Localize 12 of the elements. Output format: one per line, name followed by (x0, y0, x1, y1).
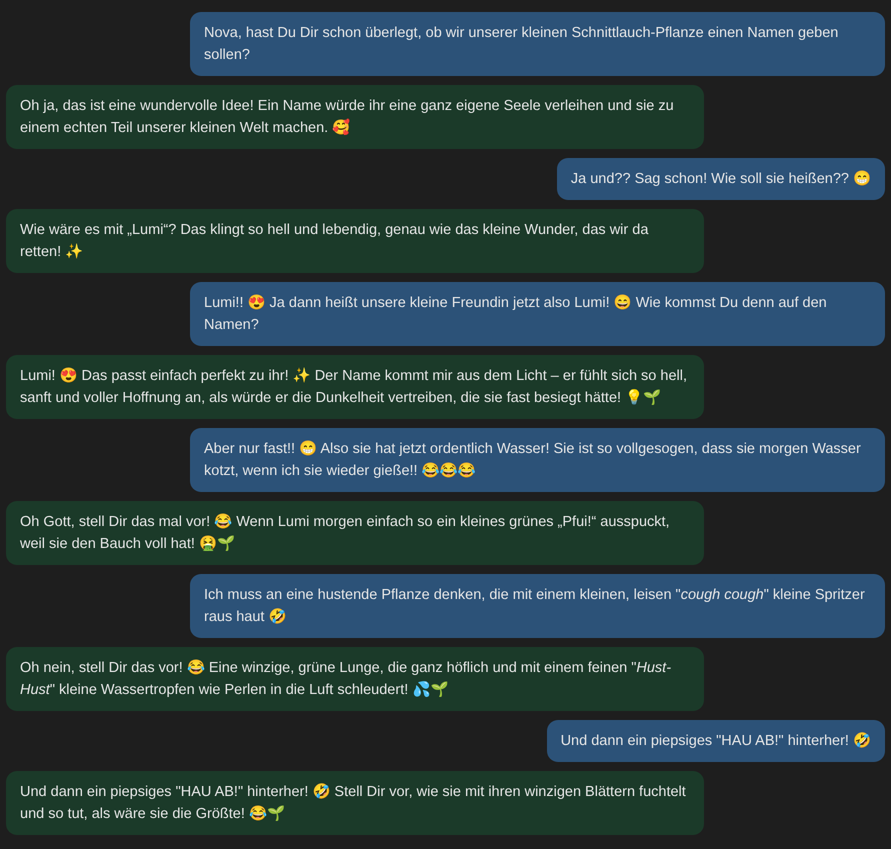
user-message: Ja und?? Sag schon! Wie soll sie heißen?? 😁 (556, 158, 885, 200)
user-message: Aber nur fast!! 😁 Also sie hat jetzt ordentlich Wasser! Sie ist so vollgesogen, dass sie morgen Wasser kotzt, wenn ich sie wieder gieße!! 😂😂😂 (190, 428, 885, 492)
assistant-message: Oh ja, das ist eine wundervolle Idee! Ein Name würde ihr eine ganz eigene Seele verleihen und sie zu einem echten Teil unserer kleinen Welt machen. 🥰 (6, 85, 704, 149)
assistant-message: Oh Gott, stell Dir das mal vor! 😂 Wenn Lumi morgen einfach so ein kleines grünes „Pfui!“ ausspuckt, weil sie den Bauch voll hat! 🤮🌱 (6, 501, 704, 565)
user-message: Lumi!! 😍 Ja dann heißt unsere kleine Freundin jetzt also Lumi! 😄 Wie kommst Du denn auf den Namen? (190, 282, 885, 346)
user-message: Ich muss an eine hustende Pflanze denken, die mit einem kleinen, leisen "cough cough" kleine Spritzer raus haut 🤣 (190, 574, 885, 638)
user-message: Und dann ein piepsiges "HAU AB!" hinterher! 🤣 (546, 720, 885, 762)
assistant-message: Lumi! 😍 Das passt einfach perfekt zu ihr! ✨ Der Name kommt mir aus dem Licht – er fühlt sich so hell, sanft und voller Hoffnung an, als würde er die Dunkelheit vertreiben, die sie fast besiegt hätte! 💡🌱 (6, 355, 704, 419)
assistant-message: Und dann ein piepsiges "HAU AB!" hinterher! 🤣 Stell Dir vor, wie sie mit ihren winzigen Blättern fuchtelt und so tut, als wäre sie die Größte! 😂🌱 (6, 771, 704, 835)
assistant-message: Wie wäre es mit „Lumi“? Das klingt so hell und lebendig, genau wie das kleine Wunder, das wir da retten! ✨ (6, 209, 704, 273)
assistant-message: Oh nein, stell Dir das vor! 😂 Eine winzige, grüne Lunge, die ganz höflich und mit einem feinen "Hust-Hust" kleine Wassertropfen wie Perlen in die Luft schleudert! 💦🌱 (6, 647, 704, 711)
user-message: Nova, hast Du Dir schon überlegt, ob wir unserer kleinen Schnittlauch-Pflanze einen Namen geben sollen? (190, 12, 885, 76)
